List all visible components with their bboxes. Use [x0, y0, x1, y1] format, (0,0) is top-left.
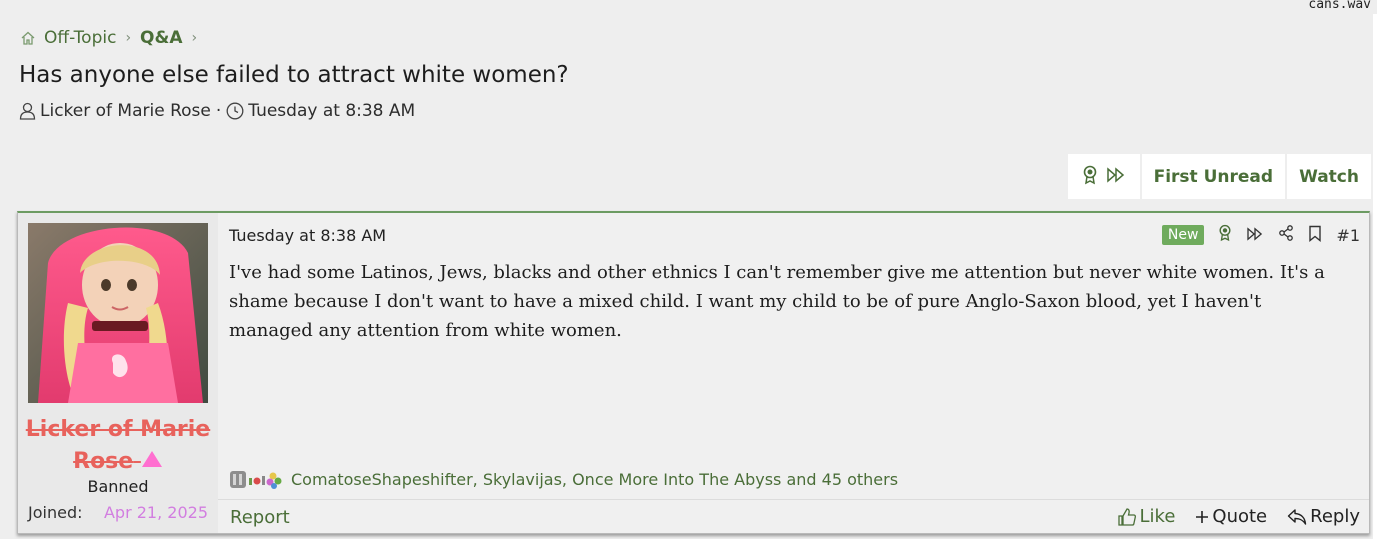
- post-number[interactable]: #1: [1336, 226, 1360, 245]
- breadcrumb: Off-Topic › Q&A ›: [20, 28, 206, 48]
- scroll-strip: [1373, 14, 1377, 539]
- chevron-right-icon: ›: [191, 30, 198, 46]
- triangle-icon: [141, 446, 163, 478]
- report-link[interactable]: Report: [230, 507, 290, 528]
- post-username[interactable]: Licker of Marie Rose: [18, 414, 218, 478]
- breadcrumb-qa[interactable]: Q&A: [140, 28, 182, 48]
- meta-separator: ·: [215, 101, 222, 121]
- reply-button[interactable]: Reply: [1287, 506, 1360, 527]
- post-actions: New #1: [1161, 224, 1360, 246]
- toolbar-icons: [1068, 154, 1142, 199]
- quote-button[interactable]: Quote: [1195, 506, 1267, 527]
- post-footer-actions: Like Quote Reply: [1117, 506, 1360, 527]
- post: Licker of Marie Rose Banned Joined: Apr …: [17, 211, 1370, 534]
- page-title: Has anyone else failed to attract white …: [19, 62, 569, 88]
- post-date[interactable]: Tuesday at 8:38 AM: [229, 226, 386, 245]
- thread-meta: Licker of Marie Rose · Tuesday at 8:38 A…: [19, 101, 415, 121]
- post-body: I've had some Latinos, Jews, blacks and …: [229, 262, 1325, 341]
- award-icon[interactable]: [1082, 165, 1098, 189]
- joined-value: Apr 21, 2025: [103, 503, 208, 522]
- corner-text: cans.wav: [1308, 0, 1371, 12]
- user-icon: [19, 102, 36, 120]
- reaction-icons[interactable]: [229, 468, 285, 490]
- quote-label: Quote: [1212, 506, 1268, 527]
- clock-icon: [226, 102, 244, 120]
- reply-label: Reply: [1310, 506, 1360, 527]
- breadcrumb-off-topic[interactable]: Off-Topic: [44, 28, 116, 48]
- username-text[interactable]: Licker of Marie Rose: [26, 417, 210, 474]
- plus-icon: [1196, 510, 1209, 523]
- award-icon[interactable]: [1218, 224, 1232, 246]
- thumbs-up-icon: [1117, 507, 1136, 526]
- like-label: Like: [1139, 506, 1176, 527]
- home-icon[interactable]: [20, 30, 36, 46]
- fast-forward-icon[interactable]: [1246, 226, 1264, 245]
- reply-icon: [1287, 508, 1307, 525]
- chevron-right-icon: ›: [125, 30, 132, 46]
- reaction-emoji-icon: [230, 471, 282, 489]
- fast-forward-icon[interactable]: [1106, 166, 1126, 187]
- share-icon[interactable]: [1278, 225, 1294, 245]
- joined-label: Joined:: [28, 503, 83, 522]
- post-user-column: Licker of Marie Rose Banned Joined: Apr …: [18, 213, 218, 533]
- bookmark-icon[interactable]: [1308, 225, 1322, 246]
- reactions-list[interactable]: ComatoseShapeshifter, Skylavijas, Once M…: [291, 470, 898, 489]
- reactions-bar: ComatoseShapeshifter, Skylavijas, Once M…: [229, 468, 898, 490]
- like-button[interactable]: Like: [1117, 506, 1176, 527]
- post-footer-divider: [218, 499, 1369, 500]
- user-title: Banned: [87, 477, 149, 496]
- watch-button[interactable]: Watch: [1285, 154, 1371, 199]
- joined-row: Joined: Apr 21, 2025: [28, 503, 208, 522]
- thread-date[interactable]: Tuesday at 8:38 AM: [248, 101, 415, 121]
- new-badge: New: [1161, 225, 1205, 245]
- avatar[interactable]: [28, 223, 208, 403]
- first-unread-button[interactable]: First Unread: [1142, 154, 1285, 199]
- thread-toolbar: First Unread Watch: [1067, 154, 1371, 199]
- thread-author[interactable]: Licker of Marie Rose: [40, 101, 211, 121]
